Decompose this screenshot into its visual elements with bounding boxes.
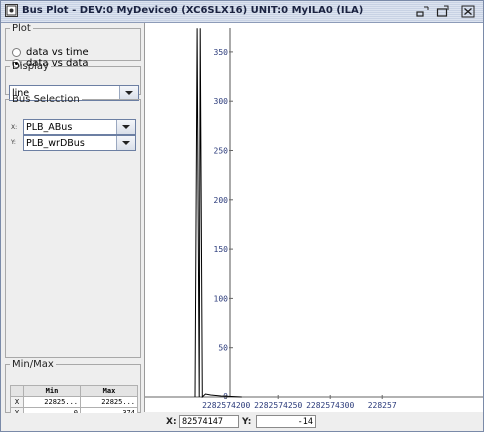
minmax-group: Min/Max Min Max X 22825... 22825... Y 0 … — [5, 359, 141, 419]
y-bus-value: PLB_wrDBus — [26, 138, 85, 149]
x-tick-label: 228257 — [368, 401, 397, 410]
x-bus-combo[interactable]: PLB_ABus — [23, 119, 136, 135]
radio-data-vs-time[interactable]: data vs time — [12, 47, 89, 58]
app-icon — [5, 4, 18, 17]
y-axis: 350300250200150100500 — [214, 28, 233, 401]
minmax-legend: Min/Max — [12, 359, 54, 370]
y-bus-label: Y: — [11, 139, 16, 146]
chevron-down-icon[interactable] — [116, 136, 135, 150]
close-icon[interactable] — [461, 5, 475, 18]
bus-plot-window: Bus Plot - DEV:0 MyDevice0 (XC6SLX16) UN… — [0, 0, 484, 432]
min-header: Min — [23, 385, 81, 397]
plot-area[interactable]: 350300250200150100500 228257420022825742… — [144, 23, 483, 412]
bus-selection-group: Bus Selection X: PLB_ABus Y: PLB_wrDBus — [5, 94, 141, 358]
radio-circle[interactable] — [12, 48, 21, 57]
y-tick-label: 100 — [214, 294, 229, 303]
x-min-cell: 22825... — [23, 396, 81, 408]
chevron-down-icon[interactable] — [116, 120, 135, 134]
cursor-x-field[interactable]: 82574147 — [179, 415, 239, 428]
cursor-y-label: Y: — [242, 417, 252, 427]
x-tick-label: 2282574300 — [306, 401, 354, 410]
x-tick-label: 2282574200 — [202, 401, 250, 410]
plot-series — [194, 28, 242, 399]
display-group-legend: Display — [12, 61, 49, 72]
y-tick-label: 50 — [218, 344, 228, 353]
y-tick-label: 150 — [214, 245, 229, 254]
radio-label: data vs time — [26, 47, 89, 58]
y-tick-label: 200 — [214, 196, 229, 205]
series-line — [194, 28, 242, 399]
window-title: Bus Plot - DEV:0 MyDevice0 (XC6SLX16) UN… — [22, 5, 364, 16]
display-group: Display line — [5, 61, 141, 101]
title-bar[interactable]: Bus Plot - DEV:0 MyDevice0 (XC6SLX16) UN… — [1, 1, 483, 23]
status-bar: X: 82574147 Y: -14 — [1, 413, 483, 431]
maximize-icon[interactable] — [436, 5, 450, 18]
y-bus-combo[interactable]: PLB_wrDBus — [23, 135, 136, 151]
y-tick-label: 250 — [214, 147, 229, 156]
plot-group: Plot data vs time data vs data — [5, 23, 141, 69]
minimize-icon[interactable] — [416, 5, 430, 18]
y-tick-label: 350 — [214, 48, 229, 57]
row-header: X — [10, 396, 24, 408]
x-bus-value: PLB_ABus — [26, 122, 73, 133]
left-panel: Plot data vs time data vs data Display l… — [4, 23, 142, 419]
x-axis: 2282574200 2282574250 2282574300 228257 — [145, 395, 483, 410]
max-header: Max — [80, 385, 138, 397]
corner-cell — [10, 385, 24, 397]
bus-plot-chart[interactable]: 350300250200150100500 228257420022825742… — [145, 23, 483, 412]
cursor-x-label: X: — [166, 417, 177, 427]
table-row: X 22825... 22825... — [10, 396, 138, 408]
bus-selection-legend: Bus Selection — [12, 94, 80, 105]
y-tick-label: 300 — [214, 97, 229, 106]
x-bus-label: X: — [11, 124, 18, 131]
cursor-y-field[interactable]: -14 — [256, 415, 316, 428]
x-max-cell: 22825... — [80, 396, 138, 408]
plot-group-legend: Plot — [12, 23, 31, 34]
x-tick-label: 2282574250 — [254, 401, 302, 410]
